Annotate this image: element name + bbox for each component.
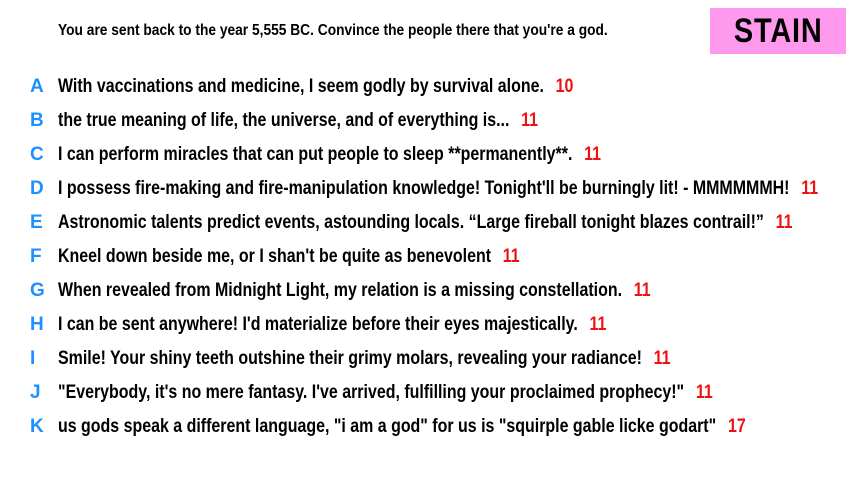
answer-row: B the true meaning of life, the universe…	[30, 104, 845, 138]
answer-letter: D	[30, 178, 44, 199]
answer-text: us gods speak a different language, "i a…	[58, 416, 717, 437]
answer-score: 11	[695, 382, 713, 403]
answer-letter: I	[30, 348, 36, 369]
answer-text: I possess fire-making and fire-manipulat…	[58, 178, 790, 199]
answer-score: 10	[555, 76, 574, 97]
answer-body: I possess fire-making and fire-manipulat…	[58, 178, 818, 200]
answer-score: 11	[653, 348, 671, 369]
answer-body: Kneel down beside me, or I shan't be qui…	[58, 246, 520, 268]
answer-letter: C	[30, 144, 44, 165]
answer-letter: K	[30, 416, 44, 437]
answer-row: J "Everybody, it's no mere fantasy. I've…	[30, 376, 845, 410]
answer-score: 11	[521, 110, 539, 131]
answer-body: us gods speak a different language, "i a…	[58, 416, 746, 438]
answer-text: Smile! Your shiny teeth outshine their g…	[58, 348, 642, 369]
answer-row: D I possess fire-making and fire-manipul…	[30, 172, 845, 206]
answer-body: When revealed from Midnight Light, my re…	[58, 280, 651, 302]
answer-row: A With vaccinations and medicine, I seem…	[30, 70, 845, 104]
answer-score: 11	[589, 314, 607, 335]
answer-text: Astronomic talents predict events, astou…	[58, 212, 764, 233]
answer-letter: J	[30, 382, 41, 403]
player-name: STAIN	[733, 11, 823, 50]
answer-body: Astronomic talents predict events, astou…	[58, 212, 793, 234]
answer-row: I Smile! Your shiny teeth outshine their…	[30, 342, 845, 376]
answer-score: 11	[775, 212, 793, 233]
answer-row: F Kneel down beside me, or I shan't be q…	[30, 240, 845, 274]
answer-row: H I can be sent anywhere! I'd materializ…	[30, 308, 845, 342]
answer-letter: E	[30, 212, 43, 233]
answer-text: Kneel down beside me, or I shan't be qui…	[58, 246, 492, 267]
answer-score: 11	[633, 280, 651, 301]
answer-text: With vaccinations and medicine, I seem g…	[58, 76, 544, 97]
answer-score: 11	[584, 144, 602, 165]
answer-text: When revealed from Midnight Light, my re…	[58, 280, 623, 301]
answer-row: C I can perform miracles that can put pe…	[30, 138, 845, 172]
answer-letter: F	[30, 246, 42, 267]
answer-score: 17	[727, 416, 746, 437]
answer-score: 11	[502, 246, 520, 267]
answer-letter: G	[30, 280, 45, 301]
answer-body: With vaccinations and medicine, I seem g…	[58, 76, 573, 98]
answer-row: E Astronomic talents predict events, ast…	[30, 206, 845, 240]
answer-text: "Everybody, it's no mere fantasy. I've a…	[58, 382, 685, 403]
answer-body: "Everybody, it's no mere fantasy. I've a…	[58, 382, 713, 404]
answer-body: Smile! Your shiny teeth outshine their g…	[58, 348, 671, 370]
answer-row: G When revealed from Midnight Light, my …	[30, 274, 845, 308]
answer-score: 11	[801, 178, 819, 199]
player-badge: STAIN	[710, 8, 846, 54]
answer-body: the true meaning of life, the universe, …	[58, 110, 538, 132]
answer-text: the true meaning of life, the universe, …	[58, 110, 510, 131]
answer-row: K us gods speak a different language, "i…	[30, 410, 845, 444]
answer-body: I can be sent anywhere! I'd materialize …	[58, 314, 606, 336]
answer-letter: B	[30, 110, 44, 131]
answer-body: I can perform miracles that can put peop…	[58, 144, 601, 166]
answer-letter: A	[30, 76, 44, 97]
prompt-text: You are sent back to the year 5,555 BC. …	[58, 22, 608, 39]
answer-letter: H	[30, 314, 44, 335]
answer-text: I can perform miracles that can put peop…	[58, 144, 573, 165]
answer-text: I can be sent anywhere! I'd materialize …	[58, 314, 578, 335]
answer-list: A With vaccinations and medicine, I seem…	[30, 70, 845, 444]
